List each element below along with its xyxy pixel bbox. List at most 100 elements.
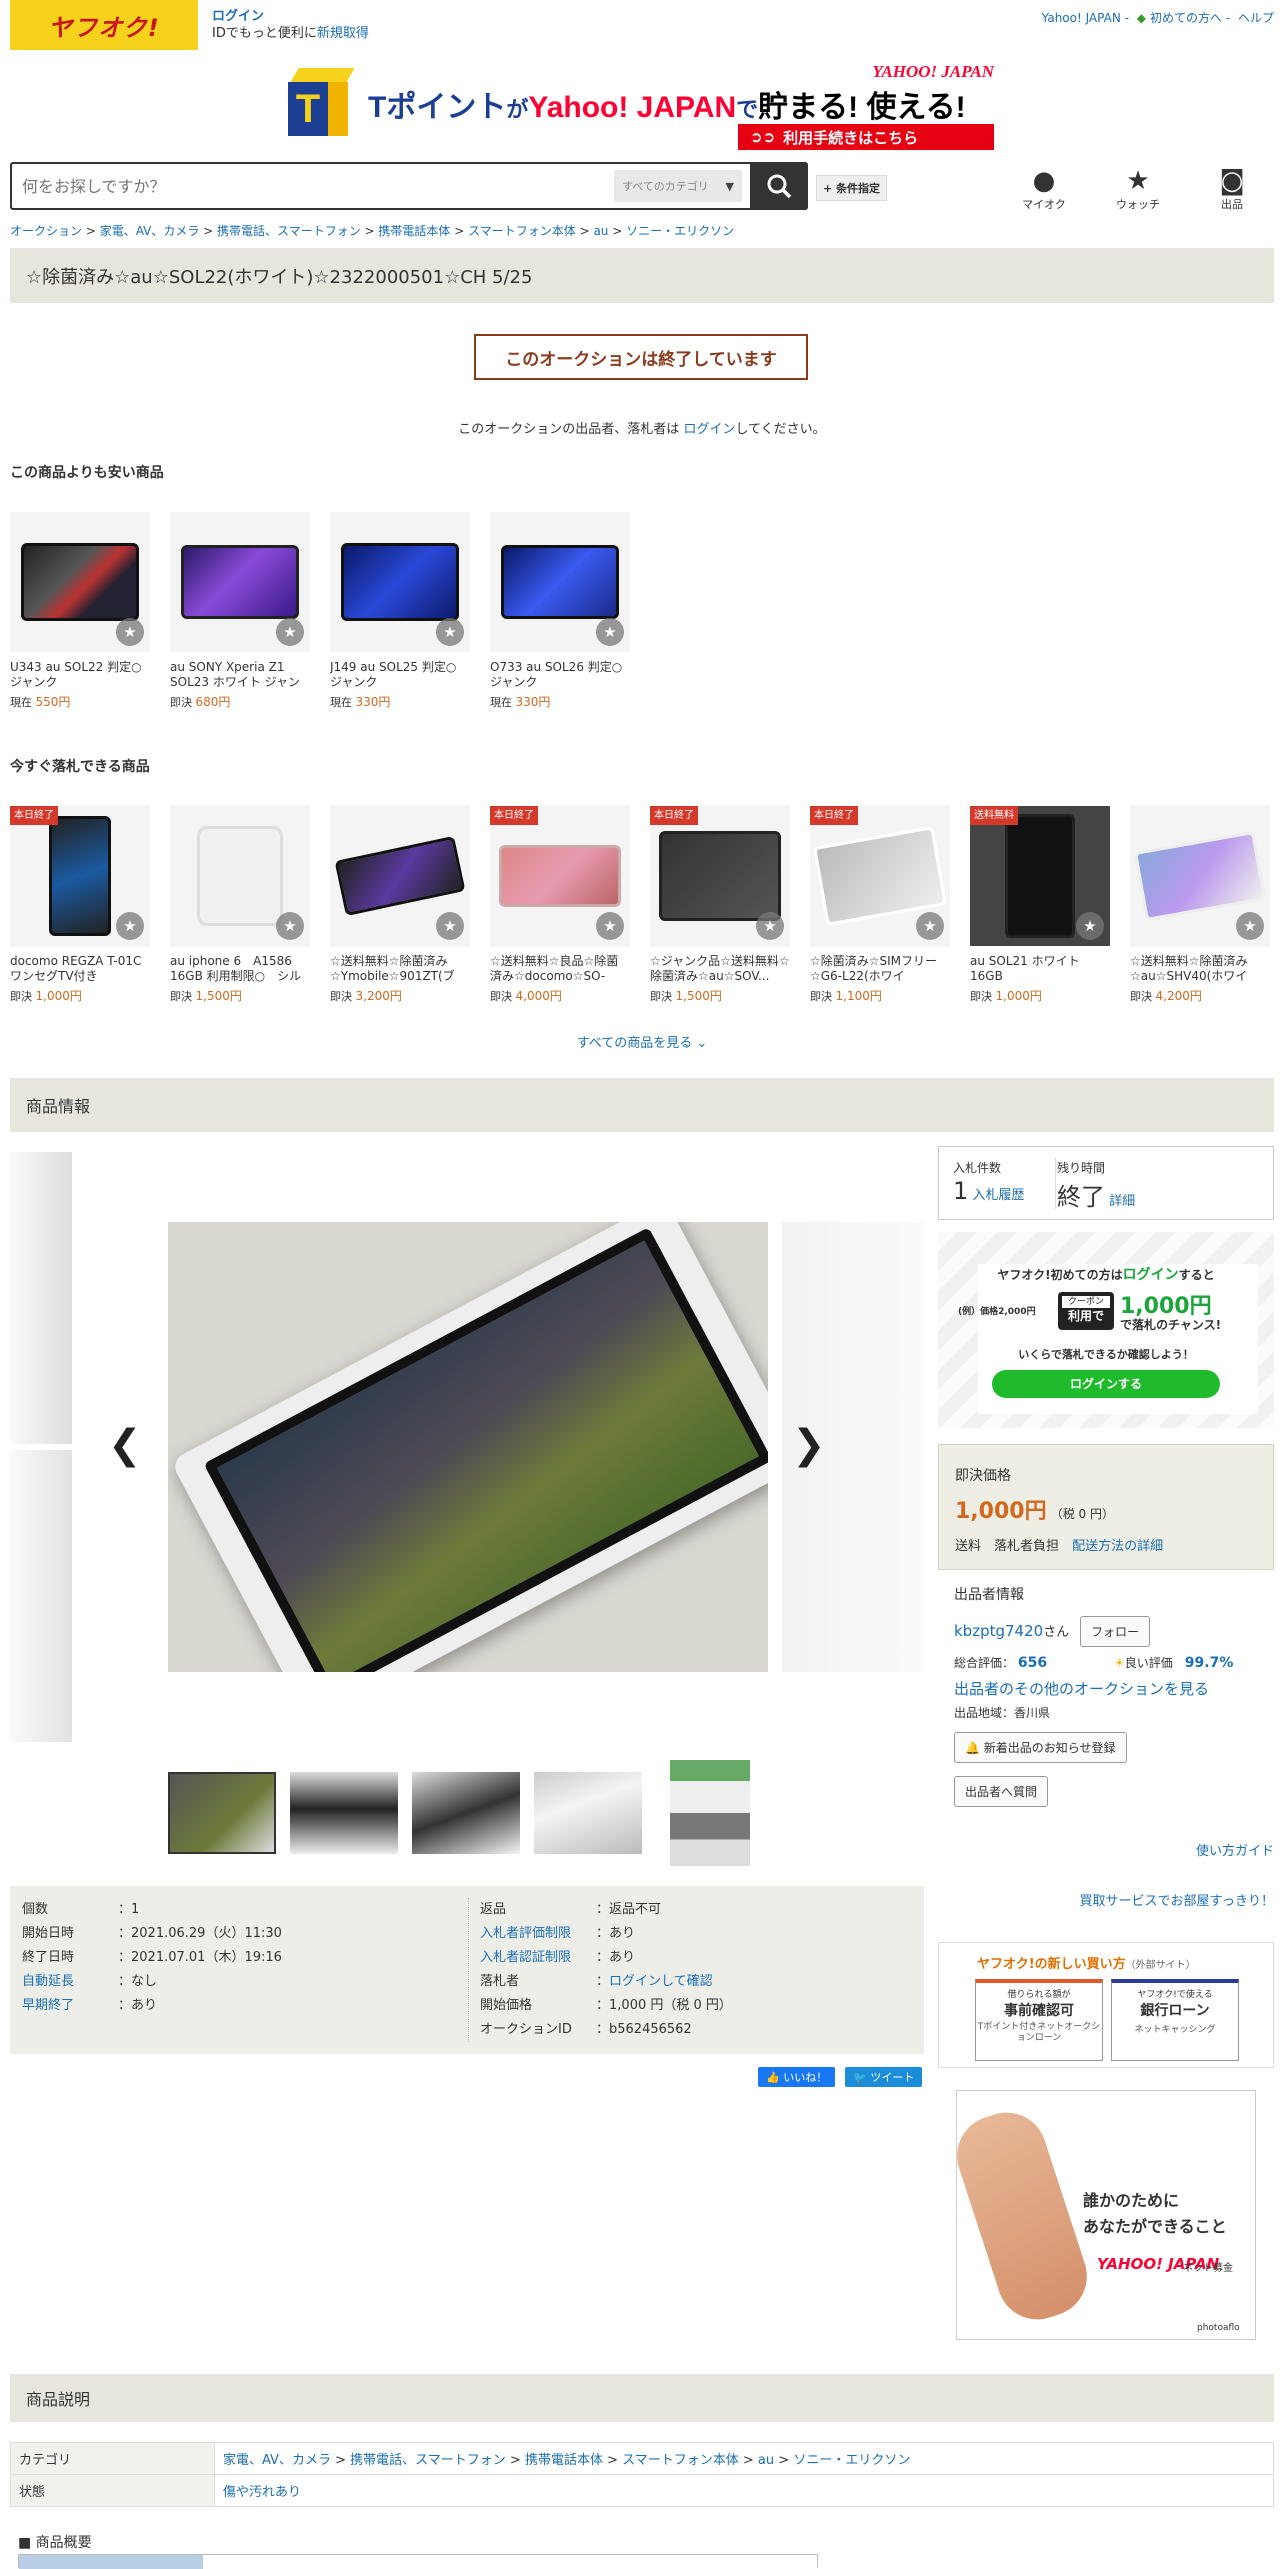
gallery-main-image[interactable] xyxy=(168,1222,768,1672)
product-image: ★ xyxy=(170,512,310,652)
auto-extend-link[interactable]: 自動延長 xyxy=(22,1974,118,1990)
gallery-prev-arrow-icon[interactable]: ❮ xyxy=(108,1422,142,1468)
category-link[interactable]: 携帯電話、スマートフォン xyxy=(350,2453,506,2468)
prior-approval-card[interactable]: 借りられる額が 事前確認可 Tポイント付きネットオークションローン xyxy=(975,1979,1103,2061)
promo-login-button[interactable]: ログインする xyxy=(992,1370,1220,1398)
watch-star-icon[interactable]: ★ xyxy=(276,618,304,646)
bell-icon: 🔔 xyxy=(965,1741,980,1755)
nav-watch[interactable]: ★ ウォッチ xyxy=(1108,166,1168,212)
charity-ad[interactable]: 誰かのために あなたができること YAHOO! JAPAN ネット募金 phot… xyxy=(956,2090,1256,2340)
product-price: 即決 1,500円 xyxy=(170,989,242,1003)
seller-other-auctions-link[interactable]: 出品者のその他のオークションを見る xyxy=(954,1680,1209,1698)
product-price: 現在 330円 xyxy=(330,695,391,709)
bank-loan-card[interactable]: ヤフオク!で使える 銀行ローン ネットキャッシング xyxy=(1111,1979,1239,2061)
yahuoku-logo[interactable]: ヤフオク! xyxy=(10,0,198,50)
register-link[interactable]: 新規取得 xyxy=(317,26,369,41)
watch-star-icon[interactable]: ★ xyxy=(1076,912,1104,940)
category-link[interactable]: 携帯電話本体 xyxy=(525,2453,603,2468)
breadcrumb-item[interactable]: au xyxy=(593,224,608,238)
watch-star-icon[interactable]: ★ xyxy=(276,912,304,940)
search-button[interactable] xyxy=(750,162,808,210)
breadcrumb-item[interactable]: ソニー・エリクソン xyxy=(626,224,734,238)
tpoint-banner[interactable]: T TポイントがYahoo! JAPANで貯まる! 使える! YAHOO! JA… xyxy=(288,62,1004,152)
condition-button[interactable]: + 条件指定 xyxy=(816,175,888,201)
detail-link[interactable]: 詳細 xyxy=(1109,1194,1135,1209)
product-card[interactable]: ★ J149 au SOL25 判定○ ジャンク 現在 330円 xyxy=(330,512,470,710)
breadcrumb-item[interactable]: スマートフォン本体 xyxy=(468,224,576,238)
category-link[interactable]: ソニー・エリクソン xyxy=(793,2453,910,2468)
nav-my-auction[interactable]: ● マイオク xyxy=(1014,166,1074,212)
help-link[interactable]: ヘルプ xyxy=(1238,11,1274,25)
gallery-thumbnail[interactable] xyxy=(534,1772,642,1854)
product-card[interactable]: 本日終了 ★ ☆除菌済み☆SIMフリー☆G6-L22(ホワイト)☆2... 即決 … xyxy=(810,806,950,1004)
product-title: ☆ジャンク品☆送料無料☆除菌済み☆au☆SOV... xyxy=(650,954,790,983)
first-time-link[interactable]: 初めての方へ xyxy=(1150,11,1222,25)
product-card[interactable]: ★ au SONY Xperia Z1 SOL23 ホワイト ジャンク品... … xyxy=(170,512,310,710)
early-end-link[interactable]: 早期終了 xyxy=(22,1998,118,2014)
gallery-thumbnail[interactable] xyxy=(290,1772,398,1854)
watch-star-icon[interactable]: ★ xyxy=(436,618,464,646)
gallery-thumbnail[interactable] xyxy=(168,1772,276,1854)
gallery-next-arrow-icon[interactable]: ❯ xyxy=(792,1422,826,1468)
seller-name-link[interactable]: kbzptg7420 xyxy=(954,1622,1043,1640)
winner-login-link[interactable]: ログインして確認 xyxy=(609,1974,713,1990)
bidder-rating-link[interactable]: 入札者評価制限 xyxy=(480,1926,596,1942)
gallery-thumbnail[interactable] xyxy=(670,1760,750,1866)
category-link[interactable]: スマートフォン本体 xyxy=(622,2453,739,2468)
ask-seller-button[interactable]: 出品者へ質問 xyxy=(954,1776,1049,1807)
breadcrumb-item[interactable]: 携帯電話、スマートフォン xyxy=(217,224,361,238)
tweet-button[interactable]: 🐦 ツイート xyxy=(845,2067,923,2087)
watch-star-icon[interactable]: ★ xyxy=(1236,912,1264,940)
bidder-auth-link[interactable]: 入札者認証制限 xyxy=(480,1950,596,1966)
facebook-like-button[interactable]: 👍 いいね！ xyxy=(758,2067,836,2087)
product-card[interactable]: ★ ☆送料無料☆除菌済み☆Ymobile☆901ZT(ブル... 即決 3,20… xyxy=(330,806,470,1004)
breadcrumb-item[interactable]: 家電、AV、カメラ xyxy=(100,224,200,238)
seller-rating-link[interactable]: 656 xyxy=(1018,1655,1047,1671)
watch-star-icon[interactable]: ★ xyxy=(756,912,784,940)
product-card[interactable]: ★ au iphone 6 A1586 16GB 利用制限○ シルバ... 即決… xyxy=(170,806,310,1004)
product-card[interactable]: 送料無料 ★ au SOL21 ホワイト 16GB 即決 1,000円 xyxy=(970,806,1110,1004)
promo-login-link[interactable]: ログイン xyxy=(1123,1267,1179,1283)
watch-star-icon[interactable]: ★ xyxy=(596,912,624,940)
breadcrumb-item[interactable]: 携帯電話本体 xyxy=(378,224,450,238)
product-price: 即決 680円 xyxy=(170,695,231,709)
watch-star-icon[interactable]: ★ xyxy=(436,912,464,940)
price-box: 即決価格 1,000円 （税 0 円） 送料 落札者負担 配送方法の詳細 xyxy=(938,1444,1274,1570)
search-input[interactable] xyxy=(12,176,614,196)
category-select[interactable]: すべてのカテゴリ ▼ xyxy=(614,170,742,202)
watch-star-icon[interactable]: ★ xyxy=(916,912,944,940)
coupon-promo: ヤフオク!初めての方はログインすると (例）価格2,000円 クーポン 利用で 1… xyxy=(938,1232,1274,1428)
login-link[interactable]: ログイン xyxy=(212,8,369,25)
usage-guide-link[interactable]: 使い方ガイド xyxy=(1196,1840,1274,1859)
shipping-detail-link[interactable]: 配送方法の詳細 xyxy=(1072,1539,1163,1554)
kaitori-link[interactable]: 買取サービスでお部屋すっきり！ xyxy=(1080,1890,1274,1909)
watch-star-icon[interactable]: ★ xyxy=(596,618,624,646)
product-card[interactable]: 本日終了 ★ docomo REGZA T-01C ワンセグTV付き 即決 1,0… xyxy=(10,806,150,1004)
watch-star-icon[interactable]: ★ xyxy=(116,618,144,646)
bid-history-link[interactable]: 入札履歴 xyxy=(972,1188,1024,1203)
breadcrumb-item[interactable]: オークション xyxy=(10,224,82,238)
yahoo-japan-link[interactable]: Yahoo! JAPAN xyxy=(1042,11,1121,25)
nav-sell[interactable]: ◙ 出品 xyxy=(1202,166,1262,212)
new-listing-notify-button[interactable]: 🔔 新着出品のお知らせ登録 xyxy=(954,1732,1127,1763)
see-all-link[interactable]: すべての商品を見る ⌄ xyxy=(0,1032,1284,1051)
chevron-down-icon: ▼ xyxy=(725,179,734,193)
login-message-link[interactable]: ログイン xyxy=(683,422,735,437)
buyout-price: 1,000円 xyxy=(955,1499,1047,1524)
product-card[interactable]: ★ O733 au SOL26 判定○ ジャンク 現在 330円 xyxy=(490,512,630,710)
product-title: U343 au SOL22 判定○ ジャンク xyxy=(10,660,142,689)
product-card[interactable]: 本日終了 ★ ☆ジャンク品☆送料無料☆除菌済み☆au☆SOV... 即決 1,50… xyxy=(650,806,790,1004)
product-price: 即決 3,200円 xyxy=(330,989,402,1003)
product-card[interactable]: ★ ☆送料無料☆除菌済み☆au☆SHV40(ホワイト)☆... 即決 4,200… xyxy=(1130,806,1270,1004)
category-link[interactable]: au xyxy=(758,2453,774,2468)
product-card[interactable]: ★ U343 au SOL22 判定○ ジャンク 現在 550円 xyxy=(10,512,150,710)
category-link[interactable]: 家電、AV、カメラ xyxy=(223,2453,331,2468)
watch-star-icon[interactable]: ★ xyxy=(116,912,144,940)
today-end-badge: 本日終了 xyxy=(810,806,858,825)
banner-cta[interactable]: ➲➲ 利用手続きはこちら xyxy=(738,124,994,150)
gallery-thumbnail[interactable] xyxy=(412,1772,520,1854)
follow-button[interactable]: フォロー xyxy=(1079,1616,1150,1647)
product-card[interactable]: 本日終了 ★ ☆送料無料☆良品☆除菌済み☆docomo☆SO-04... 即決 4… xyxy=(490,806,630,1004)
condition-link[interactable]: 傷や汚れあり xyxy=(223,2485,301,2500)
product-image: 送料無料 ★ xyxy=(970,806,1110,946)
